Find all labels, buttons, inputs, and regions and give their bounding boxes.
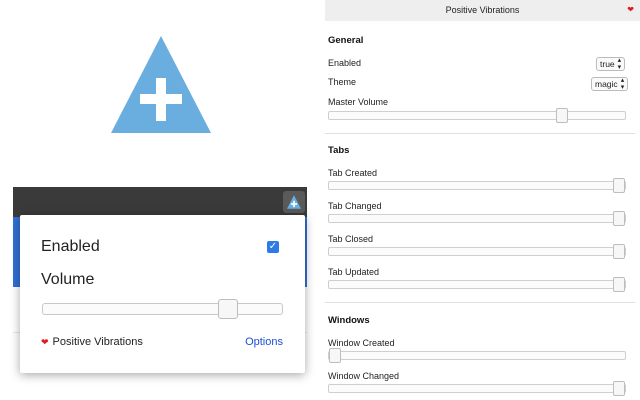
window-changed-label: Window Changed: [328, 371, 400, 381]
popup-extension-name: Positive Vibrations: [52, 336, 143, 348]
tab-changed-slider[interactable]: [328, 211, 626, 226]
heart-icon: ❤: [627, 5, 634, 14]
options-title: Positive Vibrations: [445, 5, 520, 15]
heart-icon: ❤: [41, 336, 49, 347]
window-changed-slider-thumb[interactable]: [613, 381, 625, 396]
master-volume-slider-thumb[interactable]: [556, 108, 569, 123]
tab-changed-slider-thumb[interactable]: [613, 211, 625, 226]
tab-changed-label: Tab Changed: [328, 201, 382, 211]
extension-popup: Enabled ✓ Volume ❤ Positive Vibrations O…: [20, 215, 305, 373]
section-title-general: General: [328, 35, 364, 46]
popup-volume-slider-thumb[interactable]: [218, 299, 239, 319]
section-title-tabs: Tabs: [328, 145, 350, 156]
browser-toolbar: [13, 187, 307, 217]
section-divider: [325, 133, 635, 134]
tab-updated-label: Tab Updated: [328, 267, 380, 277]
triangle-plus-logo-icon: [111, 36, 211, 133]
master-volume-slider[interactable]: [328, 108, 626, 123]
popup-enabled-checkbox[interactable]: ✓: [267, 241, 279, 253]
tab-closed-slider[interactable]: [328, 244, 626, 259]
popup-footer: ❤ Positive Vibrations: [41, 336, 143, 348]
popup-volume-slider[interactable]: [42, 299, 283, 319]
section-title-windows: Windows: [328, 315, 370, 326]
select-arrows-icon: ▴ ▾: [620, 77, 625, 91]
window-created-label: Window Created: [328, 338, 395, 348]
general-enabled-select[interactable]: true ▴ ▾: [596, 57, 626, 71]
popup-enabled-label: Enabled: [41, 238, 100, 255]
tab-created-slider-thumb[interactable]: [613, 178, 625, 193]
extension-button[interactable]: [283, 191, 305, 213]
general-enabled-label: Enabled: [328, 58, 362, 68]
section-divider: [325, 302, 635, 303]
tab-created-label: Tab Created: [328, 168, 378, 178]
master-volume-label: Master Volume: [328, 97, 389, 107]
general-enabled-value: true: [600, 59, 615, 69]
general-theme-value: magic: [595, 79, 618, 89]
tab-updated-slider[interactable]: [328, 277, 626, 292]
tab-created-slider[interactable]: [328, 178, 626, 193]
options-header: Positive Vibrations ❤: [325, 0, 640, 21]
window-created-slider-thumb[interactable]: [329, 348, 341, 363]
triangle-plus-icon: [287, 195, 301, 209]
window-created-slider[interactable]: [328, 348, 626, 363]
window-changed-slider[interactable]: [328, 381, 626, 396]
tab-closed-label: Tab Closed: [328, 234, 374, 244]
tab-updated-slider-thumb[interactable]: [613, 277, 625, 292]
general-theme-select[interactable]: magic ▴ ▾: [591, 77, 629, 91]
popup-volume-label: Volume: [41, 271, 95, 288]
general-theme-label: Theme: [328, 77, 357, 87]
select-arrows-icon: ▴ ▾: [617, 57, 622, 71]
options-link[interactable]: Options: [245, 336, 283, 348]
tab-closed-slider-thumb[interactable]: [613, 244, 625, 259]
